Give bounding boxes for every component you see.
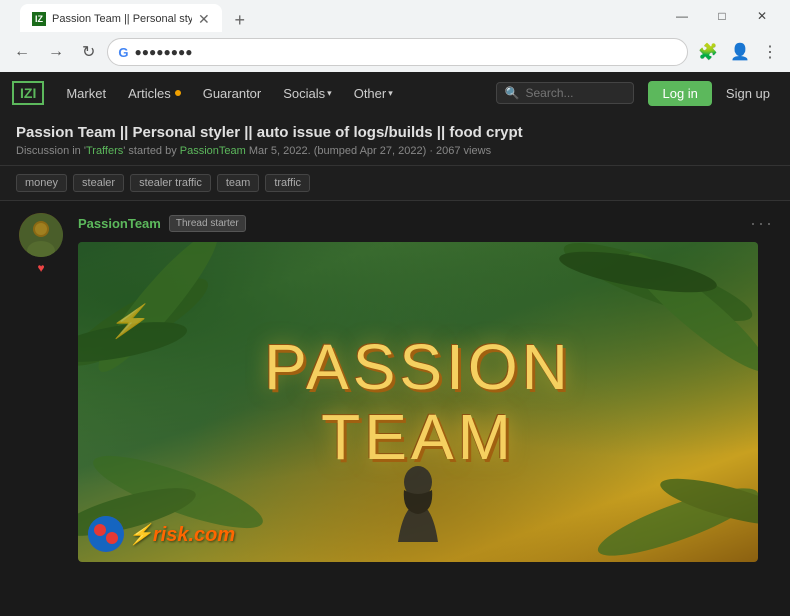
tab-close-button[interactable]: ✕ (198, 11, 210, 28)
tab-favicon: IZ (32, 12, 46, 26)
post-title: Passion Team || Personal styler || auto … (16, 124, 774, 141)
nav-other[interactable]: Other ▾ (346, 82, 401, 105)
profile-button[interactable]: 👤 (726, 38, 754, 66)
articles-notification-dot (175, 90, 181, 96)
post-body: ♥ PassionTeam Thread starter ··· (0, 201, 790, 574)
watermark-site-text: ⚡risk.com (128, 521, 235, 547)
tag-stealer-traffic[interactable]: stealer traffic (130, 174, 211, 192)
watermark: ⚡risk.com (88, 516, 235, 552)
passion-text: PASSION TEAM (264, 332, 572, 473)
extensions-button[interactable]: 🧩 (694, 38, 722, 66)
author-link[interactable]: PassionTeam (180, 145, 246, 157)
tag-team[interactable]: team (217, 174, 259, 192)
browser-frame: IZ Passion Team || Personal styler ||...… (0, 0, 790, 616)
google-icon: G (118, 45, 128, 60)
nav-market[interactable]: Market (58, 82, 114, 105)
site-logo[interactable]: IZI (12, 81, 44, 105)
title-bar: IZ Passion Team || Personal styler ||...… (0, 0, 790, 32)
menu-button[interactable]: ⋮ (758, 38, 782, 66)
window-controls-right: — □ ✕ (662, 0, 782, 32)
search-input[interactable] (525, 86, 625, 100)
watermark-logo-text: ⚡ (108, 302, 146, 340)
close-button[interactable]: ✕ (742, 0, 782, 32)
site-navigation: IZI Market Articles Guarantor Socials ▾ … (0, 72, 790, 114)
tab-bar: IZ Passion Team || Personal styler ||...… (20, 0, 650, 34)
post-image: PASSION TEAM ⚡ (78, 242, 758, 562)
search-bar[interactable]: 🔍 (496, 82, 635, 104)
post-options-button[interactable]: ··· (750, 213, 774, 234)
tag-traffic[interactable]: traffic (265, 174, 310, 192)
thread-starter-badge: Thread starter (169, 215, 246, 232)
nav-guarantor[interactable]: Guarantor (195, 82, 270, 105)
avatar (19, 213, 63, 257)
passion-title-line1: PASSION (264, 332, 572, 402)
forward-button[interactable]: → (42, 39, 70, 65)
tag-money[interactable]: money (16, 174, 67, 192)
navigation-bar: ← → ↻ G ●●●●●●●● 🧩 👤 ⋮ (0, 32, 790, 72)
url-text: ●●●●●●●● (135, 45, 193, 59)
signup-button[interactable]: Sign up (718, 81, 778, 106)
tags-row: money stealer stealer traffic team traff… (0, 166, 790, 201)
tag-stealer[interactable]: stealer (73, 174, 124, 192)
post-meta: Discussion in 'Traffers' started by Pass… (16, 145, 774, 157)
watermark-logo-icon (88, 516, 124, 552)
nav-icons: 🧩 👤 ⋮ (694, 38, 782, 66)
login-button[interactable]: Log in (648, 81, 711, 106)
back-button[interactable]: ← (8, 39, 36, 65)
avatar-column: ♥ (16, 213, 66, 562)
post-user-row: PassionTeam Thread starter ··· (78, 213, 774, 234)
forum-link[interactable]: Traffers (86, 145, 123, 157)
avatar-heart-icon: ♥ (37, 261, 44, 275)
nav-socials[interactable]: Socials ▾ (275, 82, 339, 105)
post-content: PassionTeam Thread starter ··· (78, 213, 774, 562)
nav-articles[interactable]: Articles (120, 82, 189, 105)
address-bar[interactable]: G ●●●●●●●● (107, 38, 688, 66)
post-header: Passion Team || Personal styler || auto … (0, 114, 790, 166)
post-username[interactable]: PassionTeam (78, 216, 161, 231)
tab-title: Passion Team || Personal styler ||... (52, 13, 192, 25)
site-content: IZI Market Articles Guarantor Socials ▾ … (0, 72, 790, 616)
hooded-figure-icon (388, 462, 448, 542)
maximize-button[interactable]: □ (702, 0, 742, 32)
active-tab[interactable]: IZ Passion Team || Personal styler ||...… (20, 4, 222, 34)
search-icon: 🔍 (505, 86, 520, 100)
refresh-button[interactable]: ↻ (76, 38, 101, 66)
minimize-button[interactable]: — (662, 0, 702, 32)
new-tab-button[interactable]: + (226, 6, 254, 34)
